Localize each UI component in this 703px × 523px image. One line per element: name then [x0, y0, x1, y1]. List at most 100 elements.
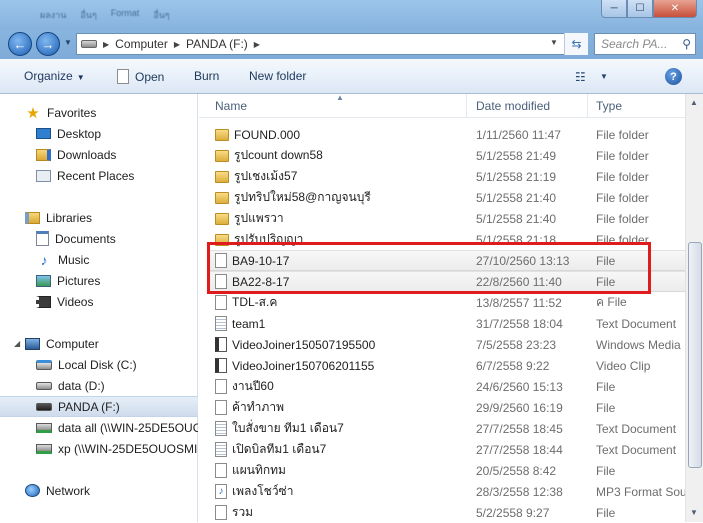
- nav-data-all[interactable]: data all (\\WIN-25DE5OUO: [0, 417, 198, 438]
- organize-button[interactable]: Organize ▼: [24, 69, 85, 83]
- breadcrumb-panda[interactable]: PANDA (F:): [186, 37, 248, 51]
- file-date-modified: 5/2/2558 9:27: [476, 505, 550, 520]
- file-row[interactable]: TDL-ส.ค 13/8/2557 11:52 ค File: [209, 292, 703, 313]
- file-row[interactable]: team1 31/7/2558 18:04 Text Document: [209, 313, 703, 334]
- nav-panda-f[interactable]: PANDA (F:): [0, 396, 198, 417]
- nav-network[interactable]: Network: [0, 480, 198, 501]
- nav-desktop[interactable]: Desktop: [0, 123, 198, 144]
- scroll-down-icon[interactable]: ▼: [690, 508, 698, 517]
- file-row[interactable]: แผนทิกทม 20/5/2558 8:42 File: [209, 460, 703, 481]
- collapse-arrow-icon[interactable]: ◢: [14, 339, 20, 348]
- forward-button[interactable]: →: [36, 32, 60, 56]
- column-header-type[interactable]: Type: [596, 99, 622, 113]
- file-row[interactable]: ใบสั่งขาย ทีม1 เดือน7 27/7/2558 18:45 Text…: [209, 418, 703, 439]
- chevron-right-icon[interactable]: ▶: [103, 40, 109, 49]
- window-title-bar: ผลงาน อื่นๆ Format อื่นๆ ─ ☐ ✕: [0, 0, 703, 29]
- search-icon[interactable]: ⚲: [682, 37, 691, 51]
- title-tab[interactable]: อื่นๆ: [80, 8, 96, 22]
- file-date-modified: 27/7/2558 18:45: [476, 421, 563, 436]
- file-row[interactable]: ♪ เพลงโชว์ซ่า 28/3/2558 12:38 MP3 Format So…: [209, 481, 703, 502]
- file-row[interactable]: งานปี60 24/6/2560 15:13 File: [209, 376, 703, 397]
- nav-pictures[interactable]: Pictures: [0, 270, 198, 291]
- vertical-scrollbar[interactable]: ▲ ▼: [685, 94, 703, 522]
- nav-recent-places[interactable]: Recent Places: [0, 165, 198, 186]
- file-name: VideoJoiner150507195500: [232, 337, 376, 352]
- scrollbar-thumb[interactable]: [688, 242, 702, 468]
- star-icon: ★: [26, 104, 40, 122]
- search-placeholder: Search PA...: [601, 37, 668, 51]
- change-view-icon[interactable]: ☷: [575, 70, 586, 84]
- nav-label: Downloads: [57, 147, 117, 162]
- breadcrumb-computer[interactable]: Computer: [115, 37, 168, 51]
- nav-data-d[interactable]: data (D:): [0, 375, 198, 396]
- nav-label: Pictures: [57, 273, 101, 288]
- video-file-icon: [215, 358, 227, 373]
- chevron-right-icon[interactable]: ▶: [254, 40, 260, 49]
- title-tab[interactable]: Format: [111, 8, 140, 22]
- file-row[interactable]: BA22-8-17 22/8/2560 11:40 File: [209, 271, 703, 292]
- file-date-modified: 27/10/2560 13:13: [476, 253, 570, 268]
- file-row[interactable]: รูปแพรวา 5/1/2558 21:40 File folder: [209, 208, 703, 229]
- column-divider[interactable]: [466, 94, 467, 118]
- title-tab[interactable]: ผลงาน: [40, 8, 66, 22]
- nav-libraries[interactable]: Libraries: [0, 207, 198, 228]
- text-document-icon: [215, 442, 227, 457]
- address-dropdown[interactable]: ▼: [550, 38, 558, 47]
- file-date-modified: 31/7/2558 18:04: [476, 316, 563, 331]
- address-bar[interactable]: ▶ Computer ▶ PANDA (F:) ▶: [76, 33, 588, 55]
- nav-videos[interactable]: Videos: [0, 291, 198, 312]
- nav-documents[interactable]: Documents: [0, 228, 198, 249]
- file-row[interactable]: รูปcount down58 5/1/2558 21:49 File folder: [209, 145, 703, 166]
- sort-ascending-icon: ▲: [336, 93, 344, 102]
- drive-icon: [36, 381, 52, 390]
- nav-label: data all (\\WIN-25DE5OUO: [58, 420, 198, 435]
- computer-icon: [25, 337, 40, 350]
- file-row[interactable]: รวม 5/2/2558 9:27 File: [209, 502, 703, 523]
- file-row[interactable]: VideoJoiner150507195500 7/5/2558 23:23 Win…: [209, 334, 703, 355]
- help-button[interactable]: ?: [665, 68, 682, 85]
- file-name: เพลงโชว์ซ่า: [232, 484, 294, 498]
- maximize-button[interactable]: ☐: [627, 0, 653, 18]
- minimize-button[interactable]: ─: [601, 0, 627, 18]
- title-tab[interactable]: อื่นๆ: [153, 8, 169, 22]
- recent-pages-dropdown[interactable]: ▼: [64, 38, 72, 47]
- file-row[interactable]: รูปทริปใหม่58@กาญจนบุรี 5/1/2558 21:40 Fil…: [209, 187, 703, 208]
- file-row[interactable]: รูปรับปริญญา 5/1/2558 21:18 File folder: [209, 229, 703, 250]
- background-window-tabs: ผลงาน อื่นๆ Format อื่นๆ: [40, 8, 170, 22]
- file-row[interactable]: รูปเชงเม้ง57 5/1/2558 21:19 File folder: [209, 166, 703, 187]
- file-row[interactable]: FOUND.000 1/11/2560 11:47 File folder: [209, 124, 703, 145]
- file-date-modified: 27/7/2558 18:44: [476, 442, 563, 457]
- chevron-down-icon: ▼: [76, 73, 85, 82]
- refresh-button[interactable]: ⇆: [564, 33, 588, 55]
- search-input[interactable]: Search PA... ⚲: [594, 33, 696, 55]
- nav-downloads[interactable]: Downloads: [0, 144, 198, 165]
- chevron-right-icon[interactable]: ▶: [174, 40, 180, 49]
- nav-favorites[interactable]: ★ Favorites: [0, 102, 198, 123]
- file-date-modified: 5/1/2558 21:18: [476, 232, 557, 247]
- folder-icon: [215, 170, 229, 183]
- file-date-modified: 29/9/2560 16:19: [476, 400, 563, 415]
- column-divider[interactable]: [587, 94, 588, 118]
- file-icon: [215, 505, 227, 520]
- file-row[interactable]: เปิดบิลทีม1 เดือน7 27/7/2558 18:44 Text Do…: [209, 439, 703, 460]
- file-row[interactable]: ค้าทำภาพ 29/9/2560 16:19 File: [209, 397, 703, 418]
- scroll-up-icon[interactable]: ▲: [690, 98, 698, 107]
- new-folder-button[interactable]: New folder: [249, 69, 306, 83]
- open-button[interactable]: Open: [117, 69, 164, 84]
- close-button[interactable]: ✕: [653, 0, 697, 18]
- file-row[interactable]: VideoJoiner150706201155 6/7/2558 9:22 Vide…: [209, 355, 703, 376]
- nav-xp[interactable]: xp (\\WIN-25DE5OUOSMI: [0, 438, 198, 459]
- column-header-date[interactable]: Date modified: [476, 99, 550, 113]
- back-button[interactable]: ←: [8, 32, 32, 56]
- nav-label: data (D:): [58, 378, 105, 393]
- file-date-modified: 22/8/2560 11:40: [476, 274, 562, 289]
- file-name: งานปี60: [232, 379, 274, 393]
- view-dropdown-icon[interactable]: ▼: [600, 72, 608, 81]
- nav-music[interactable]: ♪ Music: [0, 249, 198, 270]
- file-icon: [215, 253, 227, 268]
- file-row[interactable]: BA9-10-17 27/10/2560 13:13 File: [209, 250, 703, 271]
- nav-local-disk-c[interactable]: Local Disk (C:): [0, 354, 198, 375]
- column-header-name[interactable]: Name: [215, 99, 247, 113]
- burn-button[interactable]: Burn: [194, 69, 219, 83]
- nav-computer[interactable]: ◢ Computer: [0, 333, 198, 354]
